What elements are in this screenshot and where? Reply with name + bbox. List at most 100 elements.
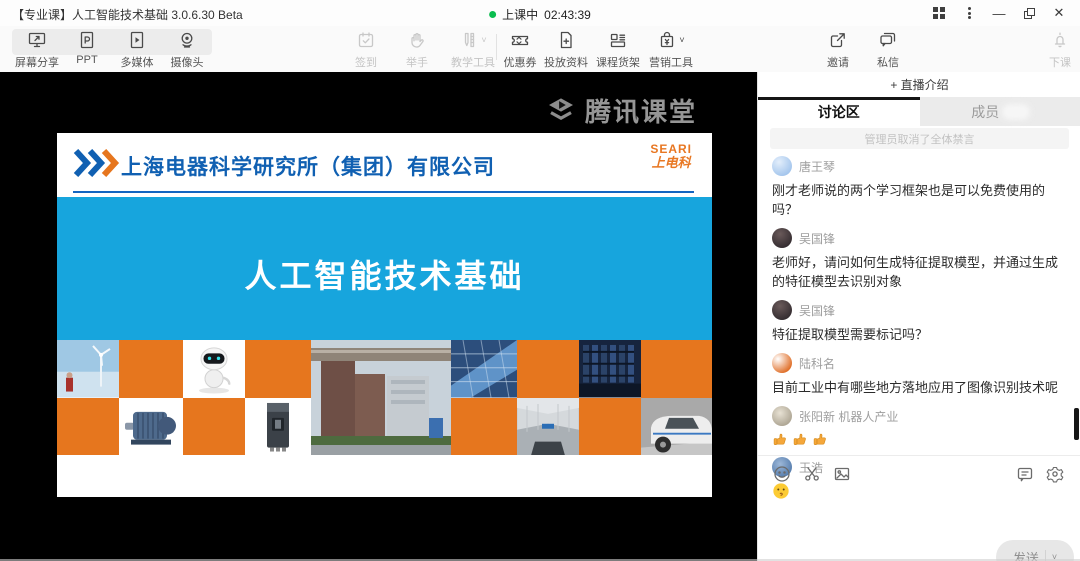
smiley-icon [772, 464, 792, 484]
restore-button[interactable] [1014, 0, 1044, 26]
status-timer: 02:43:39 [544, 8, 591, 22]
message-settings-icon [1015, 464, 1035, 484]
end-class-button[interactable]: 下课 [1034, 30, 1080, 70]
chat-scrollbar[interactable] [1074, 408, 1079, 440]
member-count-blur [1003, 105, 1029, 119]
slide-title: 人工智能技术基础 [244, 251, 524, 297]
presentation-stage: 腾讯课堂 上海电器科学研究所（集团）有限公司 SEARI 上电科 人工智能技术基… [0, 72, 757, 561]
chat-message: 陆科名 目前工业中有哪些地方落地应用了图像识别技术呢 [772, 353, 1062, 397]
media-button[interactable]: 多媒体 [111, 30, 163, 70]
settings-button[interactable] [1045, 464, 1065, 484]
marketing-tools-button[interactable]: ˅ 营销工具 [642, 30, 700, 70]
live-dot-icon [489, 11, 496, 18]
emoji-button[interactable] [772, 464, 792, 484]
header-rule [73, 191, 694, 193]
window-title: 【专业课】人工智能技术基础 3.0.6.30 Beta [12, 6, 243, 23]
photo-institute-building [311, 340, 451, 455]
seari-logo-cn: 上电科 [650, 156, 692, 170]
thumbs-up-icon [772, 431, 789, 448]
teaching-tools-icon [459, 30, 479, 50]
status-label: 上课中 [502, 6, 538, 23]
thumbs-up-icon [812, 431, 829, 448]
image-button[interactable] [832, 464, 852, 484]
webcam-icon [177, 30, 197, 50]
slide-header: 上海电器科学研究所（集团）有限公司 SEARI 上电科 [57, 133, 712, 197]
avatar [772, 300, 792, 320]
chevron-down-icon: ˅ [481, 36, 486, 45]
screenshot-button[interactable] [802, 464, 822, 484]
mute-notice: 管理员取消了全体禁言 [770, 128, 1069, 149]
checkin-button[interactable]: 签到 [340, 30, 392, 70]
avatar [772, 406, 792, 426]
watermark-text: 腾讯课堂 [585, 92, 697, 129]
restore-icon [1024, 8, 1035, 19]
avatar [772, 353, 792, 373]
photo-car [641, 398, 712, 456]
main-toolbar: 屏幕分享 PPT 多媒体 摄像头 签到 举手 ˅ 教学工具 优惠 [0, 26, 1080, 72]
tile-orange [57, 398, 119, 456]
ppt-button[interactable]: PPT [61, 30, 113, 66]
checkin-icon [356, 30, 376, 50]
add-live-intro-button[interactable]: + 直播介绍 [758, 72, 1080, 97]
gear-icon [1045, 464, 1065, 484]
more-menu-button[interactable] [954, 0, 984, 26]
composer-divider [758, 455, 1080, 456]
tile-orange [641, 340, 712, 398]
layout-grid-button[interactable] [924, 0, 954, 26]
raise-hand-button[interactable]: 举手 [391, 30, 443, 70]
photo-electric-motor [119, 398, 183, 456]
chevron-down-icon: ˅ [679, 36, 684, 45]
coupon-icon [510, 30, 530, 50]
slide-title-band: 人工智能技术基础 [57, 197, 712, 340]
avatar [772, 228, 792, 248]
company-name: 上海电器科学研究所（集团）有限公司 [121, 151, 495, 181]
photo-circuit-breaker [245, 398, 311, 456]
class-status: 上课中 02:43:39 [489, 6, 591, 23]
title-bar: 【专业课】人工智能技术基础 3.0.6.30 Beta 上课中 02:43:39… [0, 0, 1080, 26]
media-file-icon [127, 30, 147, 50]
photo-mosaic [57, 340, 712, 455]
dm-button[interactable]: 私信 [862, 30, 914, 70]
scissors-icon [802, 464, 822, 484]
chat-message: 吴国锋 老师好，请问如何生成特征提取模型，并通过生成的特征模型去识别对象 [772, 228, 1062, 291]
tile-orange [119, 340, 183, 398]
invite-button[interactable]: 邀请 [812, 30, 864, 70]
tile-orange [517, 340, 579, 398]
coupon-button[interactable]: 优惠券 [494, 30, 546, 70]
course-shelf-button[interactable]: 课程货架 [592, 30, 644, 70]
photo-robot [183, 340, 245, 398]
materials-file-icon [556, 30, 576, 50]
course-shelf-icon [608, 30, 628, 50]
send-button[interactable]: 发送 ˅ [996, 540, 1074, 561]
image-icon [832, 464, 852, 484]
photo-wind-turbine [57, 340, 119, 398]
tab-discussion[interactable]: 讨论区 [758, 97, 920, 126]
screen-share-icon [27, 30, 47, 50]
tab-members[interactable]: 成员 [920, 97, 1080, 126]
photo-anechoic-chamber [517, 398, 579, 456]
camera-button[interactable]: 摄像头 [161, 30, 213, 70]
tile-orange [451, 398, 517, 456]
composer-toolbar [758, 462, 1080, 486]
platform-watermark: 腾讯课堂 [545, 92, 697, 129]
chat-bubbles-icon [878, 30, 898, 50]
panel-tabs: 讨论区 成员 [758, 97, 1080, 126]
side-panel: + 直播介绍 讨论区 成员 管理员取消了全体禁言 唐王琴 刚才老师说的两个学习框… [757, 72, 1080, 561]
seari-logo: SEARI 上电科 [650, 143, 692, 170]
materials-button[interactable]: 投放资料 [540, 30, 592, 70]
chat-message: 张阳新 机器人产业 [772, 406, 1062, 448]
thumbs-up-icon [792, 431, 809, 448]
close-button[interactable]: ✕ [1044, 0, 1074, 26]
message-settings-button[interactable] [1015, 464, 1035, 484]
chat-message: 吴国锋 特征提取模型需要标记吗？ [772, 300, 1062, 344]
minimize-button[interactable]: — [984, 0, 1014, 26]
tile-orange [245, 340, 311, 398]
raise-hand-icon [407, 30, 427, 50]
slide: 上海电器科学研究所（集团）有限公司 SEARI 上电科 人工智能技术基础 [57, 133, 712, 497]
chat-list: 唐王琴 刚才老师说的两个学习框架也是可以免费使用的吗？ 吴国锋 老师好，请问如何… [772, 156, 1062, 509]
kebab-icon [968, 6, 971, 21]
grid-icon [933, 7, 945, 19]
screen-share-button[interactable]: 屏幕分享 [11, 30, 63, 70]
photo-solar-panels [451, 340, 517, 398]
chat-message: 唐王琴 刚才老师说的两个学习框架也是可以免费使用的吗？ [772, 156, 1062, 219]
